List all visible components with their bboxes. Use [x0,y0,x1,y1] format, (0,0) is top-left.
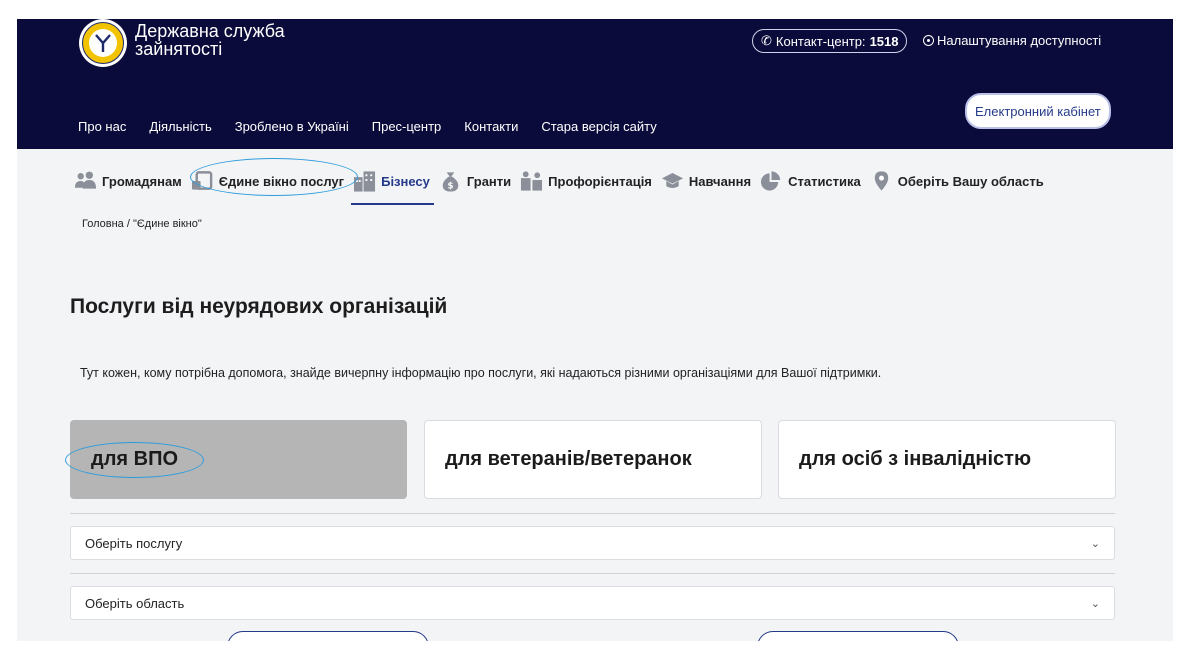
page-description: Тут кожен, кому потрібна допомога, знайд… [80,366,882,380]
service-select[interactable]: Оберіть послугу ⌄ [70,526,1115,560]
category-grants[interactable]: $ Гранти [439,159,511,203]
page-title: Послуги від неурядових організацій [70,295,448,318]
action-button-left[interactable] [227,631,429,641]
nav-activity[interactable]: Діяльність [149,119,211,134]
top-nav: Про нас Діяльність Зроблено в Україні Пр… [78,119,657,134]
accessibility-label: Налаштування доступності [937,33,1102,48]
category-business[interactable]: Бізнесу [351,159,434,205]
chevron-down-icon: ⌄ [1090,538,1100,550]
graduation-cap-icon [661,173,684,189]
divider [70,573,1115,574]
contact-center-button[interactable]: ✆ Контакт-центр: 1518 [752,29,908,53]
action-button-right[interactable] [757,631,959,641]
chevron-down-icon: ⌄ [1090,598,1100,610]
category-career-guidance[interactable]: Профорієнтація [520,159,652,203]
tile-label: для ветеранів/ветеранок [445,448,692,470]
category-statistics[interactable]: Статистика [760,159,861,203]
nav-made-in-ukraine[interactable]: Зроблено в Україні [235,119,349,134]
accessibility-settings-link[interactable]: Налаштування доступності [923,33,1101,48]
category-region-select[interactable]: Оберіть Вашу область [870,159,1044,203]
svg-text:$: $ [447,182,453,192]
category-label: Навчання [688,173,752,189]
site-header: Державна служба зайнятості ✆ Контакт-цен… [17,19,1173,149]
annotation-ellipse-idp [65,442,204,478]
region-select-placeholder: Оберіть область [85,595,185,611]
category-label: Оберіть Вашу область [897,173,1044,189]
contact-number: 1518 [869,33,899,49]
electronic-cabinet-button[interactable]: Електронний кабінет [965,93,1111,129]
logo[interactable] [79,19,127,67]
tile-label: для осіб з інвалідністю [799,448,1032,470]
tile-veterans[interactable]: для ветеранів/ветеранок [424,420,762,499]
category-citizens[interactable]: Громадянам [74,159,182,203]
nav-old-site[interactable]: Стара версія сайту [541,119,656,134]
people-icon [74,171,97,189]
map-pin-icon [874,171,888,191]
category-label: Бізнесу [381,173,430,189]
category-label: Профорієнтація [548,173,652,189]
service-select-placeholder: Оберіть послугу [85,535,183,551]
career-icon [521,171,543,191]
eye-icon [923,35,934,46]
pie-chart-icon [761,171,781,191]
category-label: Громадянам [102,173,182,189]
annotation-ellipse-single-window [190,158,358,196]
money-bag-icon: $ [442,172,459,192]
browser-viewport: Державна служба зайнятості ✆ Контакт-цен… [17,19,1173,641]
tile-disability[interactable]: для осіб з інвалідністю [778,420,1116,499]
nav-contacts[interactable]: Контакти [464,119,518,134]
divider [70,513,1115,514]
nav-press-center[interactable]: Прес-центр [372,119,442,134]
phone-icon: ✆ [761,33,772,48]
nav-about[interactable]: Про нас [78,119,126,134]
region-select[interactable]: Оберіть область ⌄ [70,586,1115,620]
category-education[interactable]: Навчання [661,159,751,203]
category-label: Гранти [466,173,512,189]
breadcrumb[interactable]: Головна / "Єдине вікно" [82,218,202,230]
contact-label: Контакт-центр: [775,33,866,49]
org-name[interactable]: Державна служба зайнятості [135,22,285,58]
logo-emblem-icon [89,29,117,57]
category-label: Статистика [788,173,861,189]
